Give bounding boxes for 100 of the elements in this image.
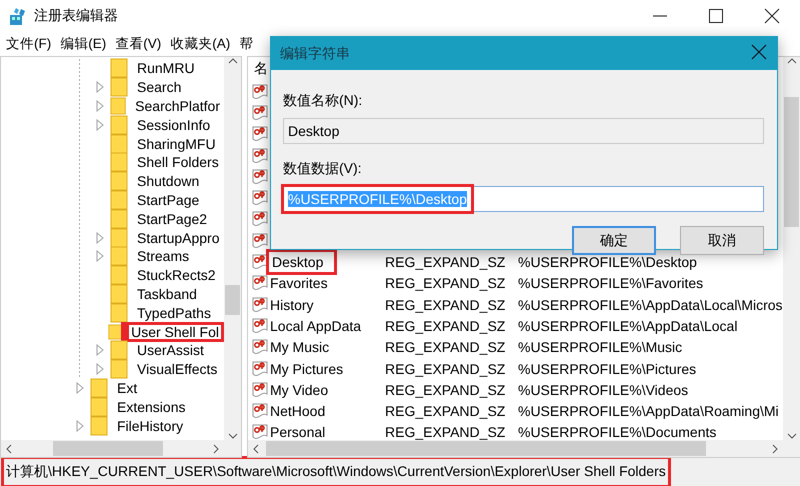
value-name-field[interactable]: Desktop bbox=[283, 118, 764, 144]
tree-item[interactable]: Search bbox=[133, 78, 186, 96]
value-name[interactable]: NetHood bbox=[270, 403, 326, 420]
scrollbar-thumb[interactable] bbox=[225, 285, 240, 315]
value-type: REG_EXPAND_SZ bbox=[385, 360, 506, 376]
field-value: Desktop bbox=[288, 123, 340, 139]
string-value-icon bbox=[252, 360, 268, 378]
folder-icon bbox=[110, 265, 128, 286]
tree-item[interactable]: Taskband bbox=[133, 284, 201, 303]
value-type: REG_EXPAND_SZ bbox=[385, 275, 506, 292]
tree-item[interactable]: StartupAppro bbox=[133, 228, 224, 247]
scroll-left-icon[interactable] bbox=[252, 444, 260, 454]
scroll-down-icon[interactable] bbox=[228, 432, 238, 440]
menu-item[interactable]: 查看(V) bbox=[115, 35, 162, 53]
close-icon[interactable] bbox=[764, 8, 780, 24]
scroll-down-icon[interactable] bbox=[786, 432, 796, 440]
string-value-icon bbox=[252, 380, 268, 399]
tree-item[interactable]: RunMRU bbox=[133, 59, 199, 78]
value-type: REG_EXPAND_SZ bbox=[385, 403, 506, 420]
tree-item[interactable]: Extensions bbox=[113, 398, 190, 416]
string-value-icon bbox=[252, 104, 268, 122]
field-label: 数值名称(N): bbox=[283, 92, 364, 110]
string-value-icon bbox=[252, 210, 268, 228]
folder-icon bbox=[110, 134, 128, 154]
string-value-icon bbox=[252, 253, 268, 272]
value-name[interactable]: Favorites bbox=[270, 275, 328, 292]
folder-icon bbox=[110, 228, 128, 248]
menu-item[interactable]: 编辑(E) bbox=[60, 35, 106, 53]
value-name[interactable]: Personal bbox=[270, 424, 326, 440]
value-data: %USERPROFILE%\Music bbox=[518, 339, 682, 356]
tree-item[interactable]: StuckRects2 bbox=[133, 266, 220, 284]
value-type: REG_EXPAND_SZ bbox=[385, 382, 506, 398]
menu-item[interactable]: 收藏夹(A) bbox=[170, 35, 230, 53]
tree-item[interactable]: TypedPaths bbox=[133, 304, 215, 322]
folder-icon bbox=[110, 152, 128, 172]
folder-icon bbox=[110, 246, 128, 266]
maximize-icon[interactable] bbox=[708, 8, 724, 24]
string-value-icon bbox=[252, 146, 268, 165]
tree-item[interactable]: FileHistory bbox=[113, 416, 188, 435]
string-value-icon bbox=[252, 316, 268, 335]
scroll-right-icon[interactable] bbox=[771, 444, 779, 454]
folder-icon bbox=[110, 171, 128, 192]
scroll-left-icon[interactable] bbox=[5, 444, 13, 454]
tree-item[interactable]: StartPage2 bbox=[133, 210, 212, 228]
tree-item[interactable]: VisualEffects bbox=[133, 360, 222, 378]
folder-icon bbox=[110, 359, 128, 380]
folder-icon bbox=[110, 284, 128, 304]
tree-item[interactable]: Shutdown bbox=[133, 172, 204, 190]
folder-icon bbox=[110, 58, 128, 78]
menu-item[interactable]: 帮 bbox=[239, 35, 254, 53]
registry-editor-icon bbox=[8, 6, 28, 26]
string-value-icon bbox=[252, 274, 268, 292]
tree-item[interactable]: Streams bbox=[133, 247, 194, 266]
tree-item[interactable]: Shell Folders bbox=[133, 153, 223, 172]
string-value-icon bbox=[252, 125, 268, 144]
scroll-right-icon[interactable] bbox=[212, 444, 220, 454]
tree-item[interactable]: Ext bbox=[113, 378, 142, 397]
folder-icon bbox=[90, 396, 108, 417]
value-name[interactable]: My Video bbox=[270, 382, 328, 398]
value-name[interactable]: Local AppData bbox=[270, 318, 362, 334]
tree-item[interactable]: SearchPlatfor bbox=[131, 96, 224, 115]
folder-icon bbox=[108, 322, 122, 342]
tree-item[interactable]: SessionInfo bbox=[133, 116, 214, 134]
scroll-up-icon[interactable] bbox=[786, 57, 796, 65]
folder-icon bbox=[110, 190, 128, 210]
registry-path: 计算机\HKEY_CURRENT_USER\Software\Microsoft\Windows\CurrentVersion\Explorer\User Shell Folders bbox=[4, 459, 668, 485]
value-type: REG_EXPAND_SZ bbox=[385, 254, 506, 270]
string-value-icon bbox=[252, 232, 268, 250]
folder-icon bbox=[110, 340, 128, 360]
string-value-icon bbox=[252, 402, 268, 420]
scroll-up-icon[interactable] bbox=[228, 57, 238, 65]
folder-icon bbox=[110, 96, 126, 116]
value-type: REG_EXPAND_SZ bbox=[385, 339, 506, 356]
value-name[interactable]: My Music bbox=[270, 339, 330, 356]
scrollbar-thumb[interactable] bbox=[53, 441, 163, 456]
string-value-icon bbox=[252, 296, 268, 314]
field-label: 数值数据(V): bbox=[283, 160, 363, 178]
scrollbar-thumb[interactable] bbox=[266, 441, 706, 456]
cancel-button[interactable]: 取消 bbox=[680, 226, 764, 255]
tree-item[interactable]: UserAssist bbox=[133, 341, 208, 360]
ok-button[interactable]: 确定 bbox=[572, 226, 656, 255]
value-data: %USERPROFILE%\Documents bbox=[518, 424, 716, 440]
column-header[interactable]: 名 bbox=[254, 60, 268, 78]
tree-item[interactable]: SharingMFU bbox=[133, 134, 220, 153]
tree-item[interactable]: StartPage bbox=[133, 190, 204, 209]
field-value: %USERPROFILE%\Desktop bbox=[288, 191, 467, 207]
value-type: REG_EXPAND_SZ bbox=[385, 424, 506, 440]
value-data: %USERPROFILE%\Pictures bbox=[518, 360, 696, 376]
folder-icon bbox=[110, 208, 128, 229]
value-data: %USERPROFILE%\Favorites bbox=[518, 275, 704, 292]
window-title: 注册表编辑器 bbox=[34, 7, 119, 25]
folder-icon bbox=[110, 114, 128, 135]
scrollbar-thumb[interactable] bbox=[784, 97, 799, 227]
menu-item[interactable]: 文件(F) bbox=[6, 35, 52, 53]
folder-icon bbox=[110, 77, 128, 98]
value-type: REG_EXPAND_SZ bbox=[385, 296, 506, 313]
value-name[interactable]: History bbox=[270, 296, 314, 313]
value-name[interactable]: My Pictures bbox=[270, 360, 344, 376]
string-value-icon bbox=[252, 189, 268, 208]
value-data: %USERPROFILE%\Videos bbox=[518, 382, 688, 398]
